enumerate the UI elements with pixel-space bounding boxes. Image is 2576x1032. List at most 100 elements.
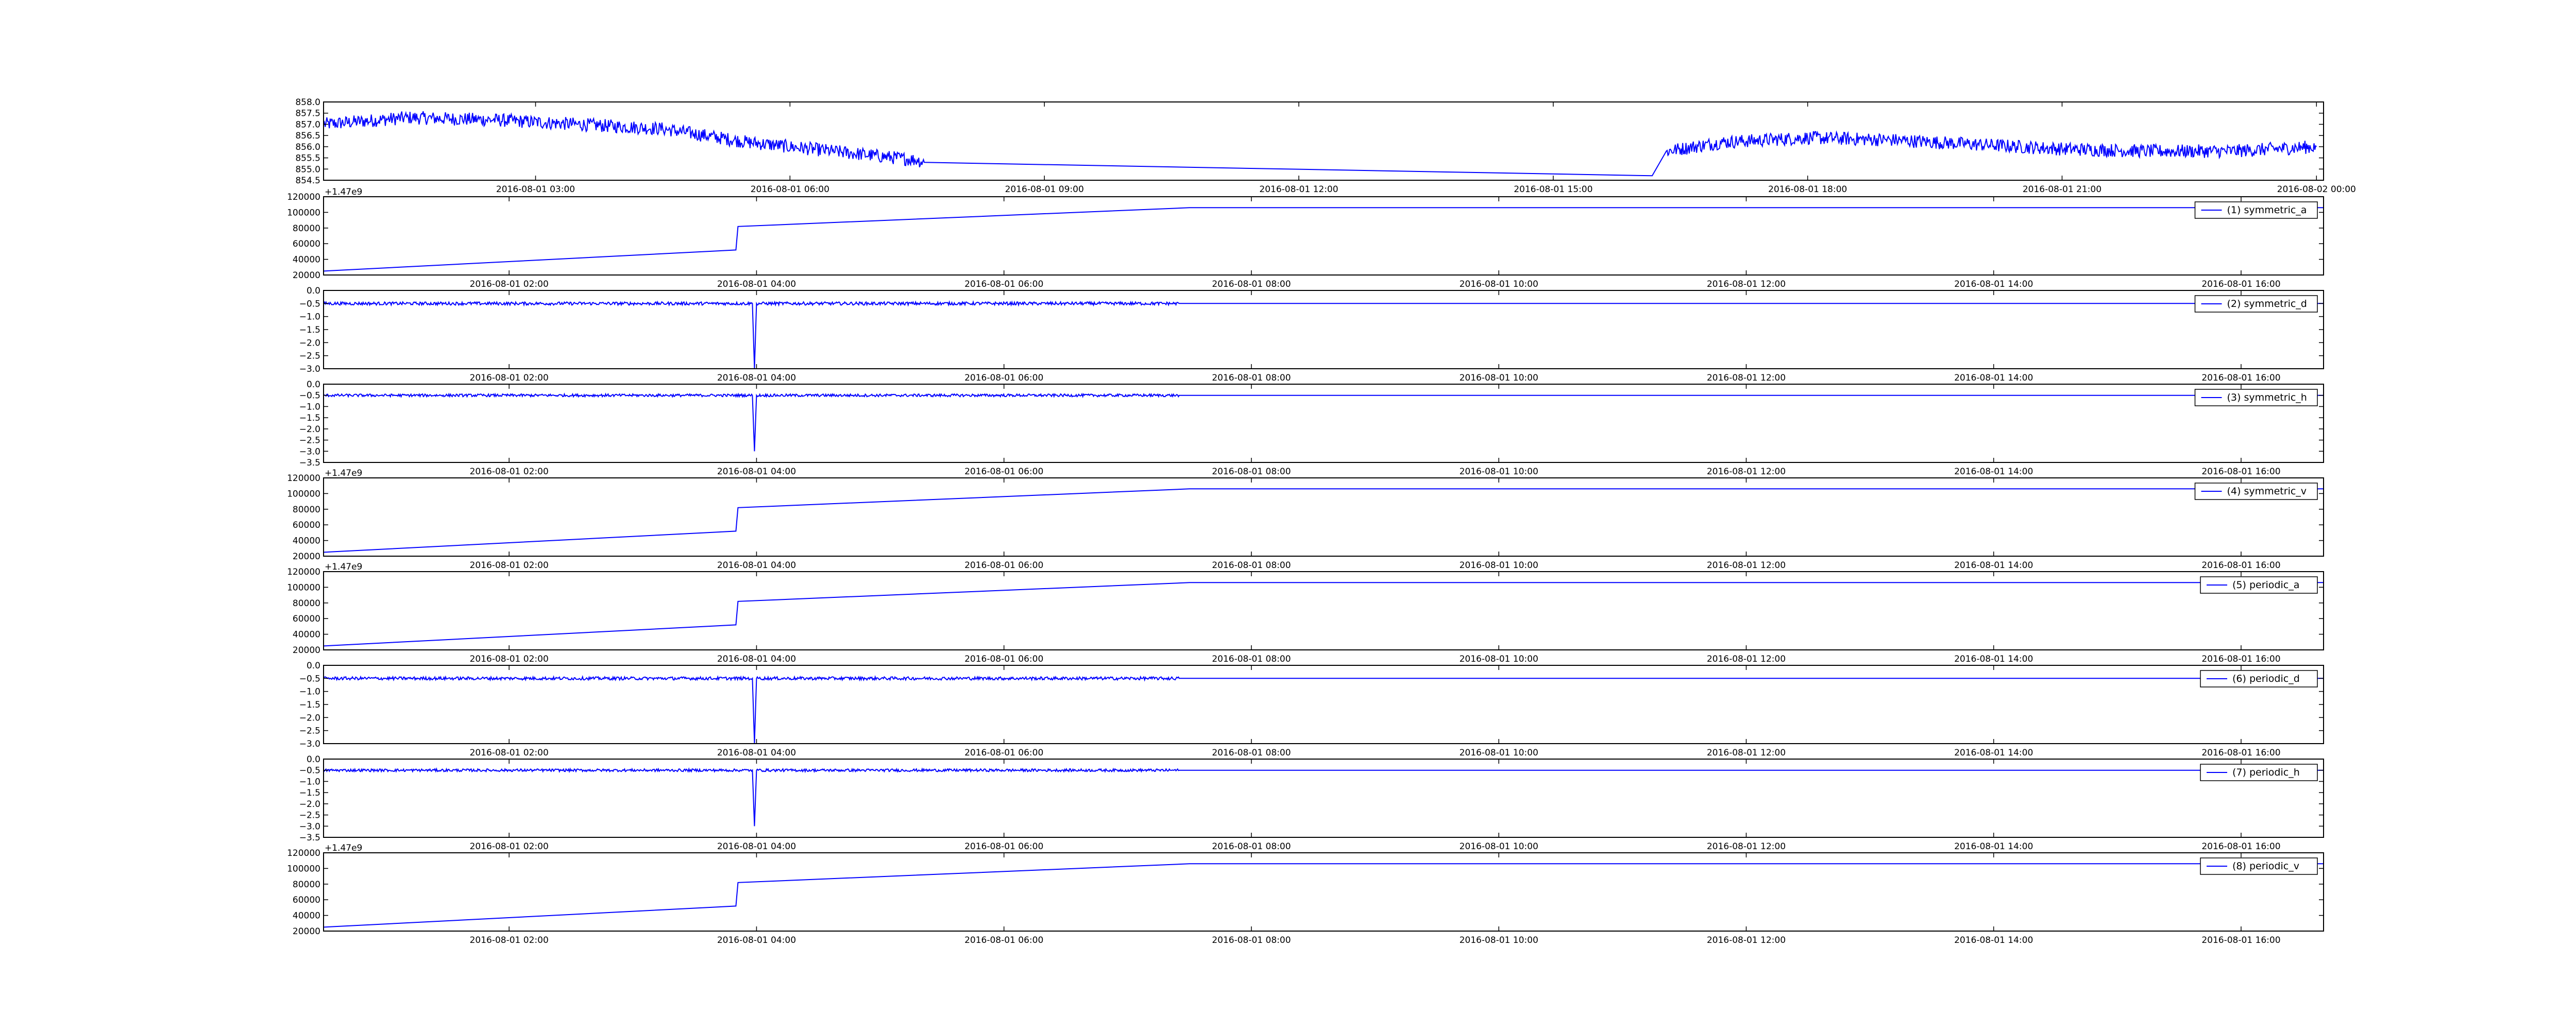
x-tick-label: 2016-08-01 14:00 — [1954, 935, 2033, 945]
x-tick-label: 2016-08-01 06:00 — [964, 654, 1043, 664]
y-tick-label: −2.0 — [299, 424, 320, 435]
y-tick-label: 0.0 — [307, 661, 320, 671]
legend-label: (8) periodic_v — [2232, 861, 2299, 872]
x-tick-label: 2016-08-01 02:00 — [470, 467, 549, 477]
y-tick-label: −1.5 — [299, 700, 320, 710]
y-tick-label: −2.0 — [299, 713, 320, 723]
x-tick-label: 2016-08-01 21:00 — [2023, 184, 2102, 195]
y-tick-label: −3.5 — [299, 458, 320, 468]
y-tick-label: −1.5 — [299, 325, 320, 335]
x-tick-label: 2016-08-01 06:00 — [964, 467, 1043, 477]
y-tick-label: −3.0 — [299, 364, 320, 374]
y-tick-label: 40000 — [293, 255, 320, 265]
axes-frame — [323, 101, 2324, 181]
x-tick-label: 2016-08-01 02:00 — [470, 748, 549, 758]
x-tick-label: 2016-08-01 10:00 — [1460, 654, 1538, 664]
x-tick-label: 2016-08-01 04:00 — [717, 654, 796, 664]
axes-frame — [323, 384, 2324, 463]
legend-label: (4) symmetric_v — [2227, 486, 2307, 497]
x-tick-label: 2016-08-01 12:00 — [1707, 279, 1786, 289]
y-tick-label: 100000 — [287, 864, 320, 874]
y-tick-label: 40000 — [293, 536, 320, 546]
series-line-symmetric_a — [324, 207, 2324, 272]
y-tick-label: 120000 — [287, 567, 320, 577]
y-tick-label: 0.0 — [307, 754, 320, 765]
y-tick-label: 854.5 — [295, 176, 320, 186]
y-tick-label: 855.5 — [295, 153, 320, 164]
y-tick-label: −2.5 — [299, 351, 320, 362]
x-tick-label: 2016-08-01 10:00 — [1460, 467, 1538, 477]
axes-frame — [323, 571, 2324, 650]
x-tick-label: 2016-08-01 14:00 — [1954, 373, 2033, 383]
x-tick-label: 2016-08-01 14:00 — [1954, 560, 2033, 571]
y-tick-label: −1.5 — [299, 788, 320, 798]
y-tick-label: −2.5 — [299, 726, 320, 736]
x-tick-label: 2016-08-01 16:00 — [2201, 373, 2280, 383]
x-tick-label: 2016-08-01 02:00 — [470, 841, 549, 852]
y-tick-label: 0.0 — [307, 286, 320, 296]
series-line-top — [324, 111, 2317, 177]
x-tick-label: 2016-08-01 06:00 — [964, 560, 1043, 571]
x-tick-label: 2016-08-01 08:00 — [1212, 467, 1291, 477]
series-line-symmetric_h — [324, 392, 2324, 452]
y-tick-label: 100000 — [287, 208, 320, 218]
chart-figure: 858.0857.5857.0856.5856.0855.5855.0854.5… — [287, 97, 2356, 945]
panel-periodic_v: 120000 100000 80000 60000 40000 20000 2016-08-… — [287, 843, 2324, 945]
x-tick-label: 2016-08-01 16:00 — [2201, 467, 2280, 477]
y-tick-label: 80000 — [293, 598, 320, 609]
panel-periodic_d: 0.0 −0.5 −1.0 −1.5 −2.0 −2.5 −3.0 2016-08-01 02… — [299, 661, 2324, 758]
y-tick-label: 855.0 — [295, 164, 320, 175]
offset-text: +1.47e9 — [325, 562, 362, 572]
y-tick-label: −0.5 — [299, 766, 320, 776]
x-tick-label: 2016-08-01 16:00 — [2201, 935, 2280, 945]
y-tick-label: −0.5 — [299, 391, 320, 401]
y-tick-label: 80000 — [293, 223, 320, 234]
series-line-symmetric_d — [324, 300, 2324, 369]
series-line-periodic_d — [324, 675, 2324, 744]
legend: (2) symmetric_d — [2194, 295, 2318, 313]
y-tick-label: 60000 — [293, 239, 320, 249]
legend: (5) periodic_a — [2200, 576, 2318, 594]
legend: (4) symmetric_v — [2194, 483, 2318, 500]
x-tick-label: 2016-08-01 16:00 — [2201, 654, 2280, 664]
x-tick-label: 2016-08-01 10:00 — [1460, 560, 1538, 571]
axes-frame — [323, 290, 2324, 369]
x-tick-label: 2016-08-01 02:00 — [470, 373, 549, 383]
x-tick-label: 2016-08-01 12:00 — [1707, 935, 1786, 945]
x-tick-label: 2016-08-01 10:00 — [1460, 279, 1538, 289]
axes-frame — [323, 477, 2324, 557]
x-tick-label: 2016-08-01 12:00 — [1707, 841, 1786, 852]
x-tick-label: 2016-08-01 12:00 — [1707, 654, 1786, 664]
x-tick-label: 2016-08-01 09:00 — [1005, 184, 1084, 195]
legend-label: (6) periodic_d — [2232, 673, 2300, 684]
y-tick-label: 80000 — [293, 880, 320, 890]
y-tick-label: −1.0 — [299, 312, 320, 322]
y-tick-label: 100000 — [287, 489, 320, 499]
y-tick-label: 120000 — [287, 473, 320, 484]
x-tick-label: 2016-08-01 14:00 — [1954, 841, 2033, 852]
legend-label: (1) symmetric_a — [2227, 204, 2307, 216]
x-tick-label: 2016-08-01 04:00 — [717, 748, 796, 758]
y-tick-label: 40000 — [293, 630, 320, 640]
axes-frame — [323, 196, 2324, 276]
legend: (1) symmetric_a — [2194, 201, 2318, 219]
x-tick-label: 2016-08-01 16:00 — [2201, 841, 2280, 852]
y-tick-label: 100000 — [287, 582, 320, 593]
legend-label: (5) periodic_a — [2232, 579, 2299, 591]
y-tick-label: −2.5 — [299, 436, 320, 446]
series-line-symmetric_v — [324, 488, 2324, 553]
offset-text: +1.47e9 — [325, 187, 362, 197]
figure: 858.0 857.5 857.0 856.5 856.0 855.5 855.0 854.5… — [0, 0, 2576, 1030]
x-tick-label: 2016-08-01 08:00 — [1212, 373, 1291, 383]
x-tick-label: 2016-08-01 02:00 — [470, 935, 549, 945]
x-tick-label: 2016-08-01 06:00 — [751, 184, 829, 195]
x-tick-label: 2016-08-01 15:00 — [1514, 184, 1592, 195]
y-tick-label: 857.0 — [295, 119, 320, 130]
x-tick-label: 2016-08-01 10:00 — [1460, 748, 1538, 758]
y-tick-label: 80000 — [293, 505, 320, 515]
series-line-periodic_h — [324, 767, 2324, 827]
panel-symmetric_d: 0.0 −0.5 −1.0 −1.5 −2.0 −2.5 −3.0 2016-08-01 02… — [299, 286, 2324, 383]
legend: (3) symmetric_h — [2194, 389, 2318, 406]
x-tick-label: 2016-08-01 14:00 — [1954, 654, 2033, 664]
y-tick-label: −2.0 — [299, 799, 320, 810]
